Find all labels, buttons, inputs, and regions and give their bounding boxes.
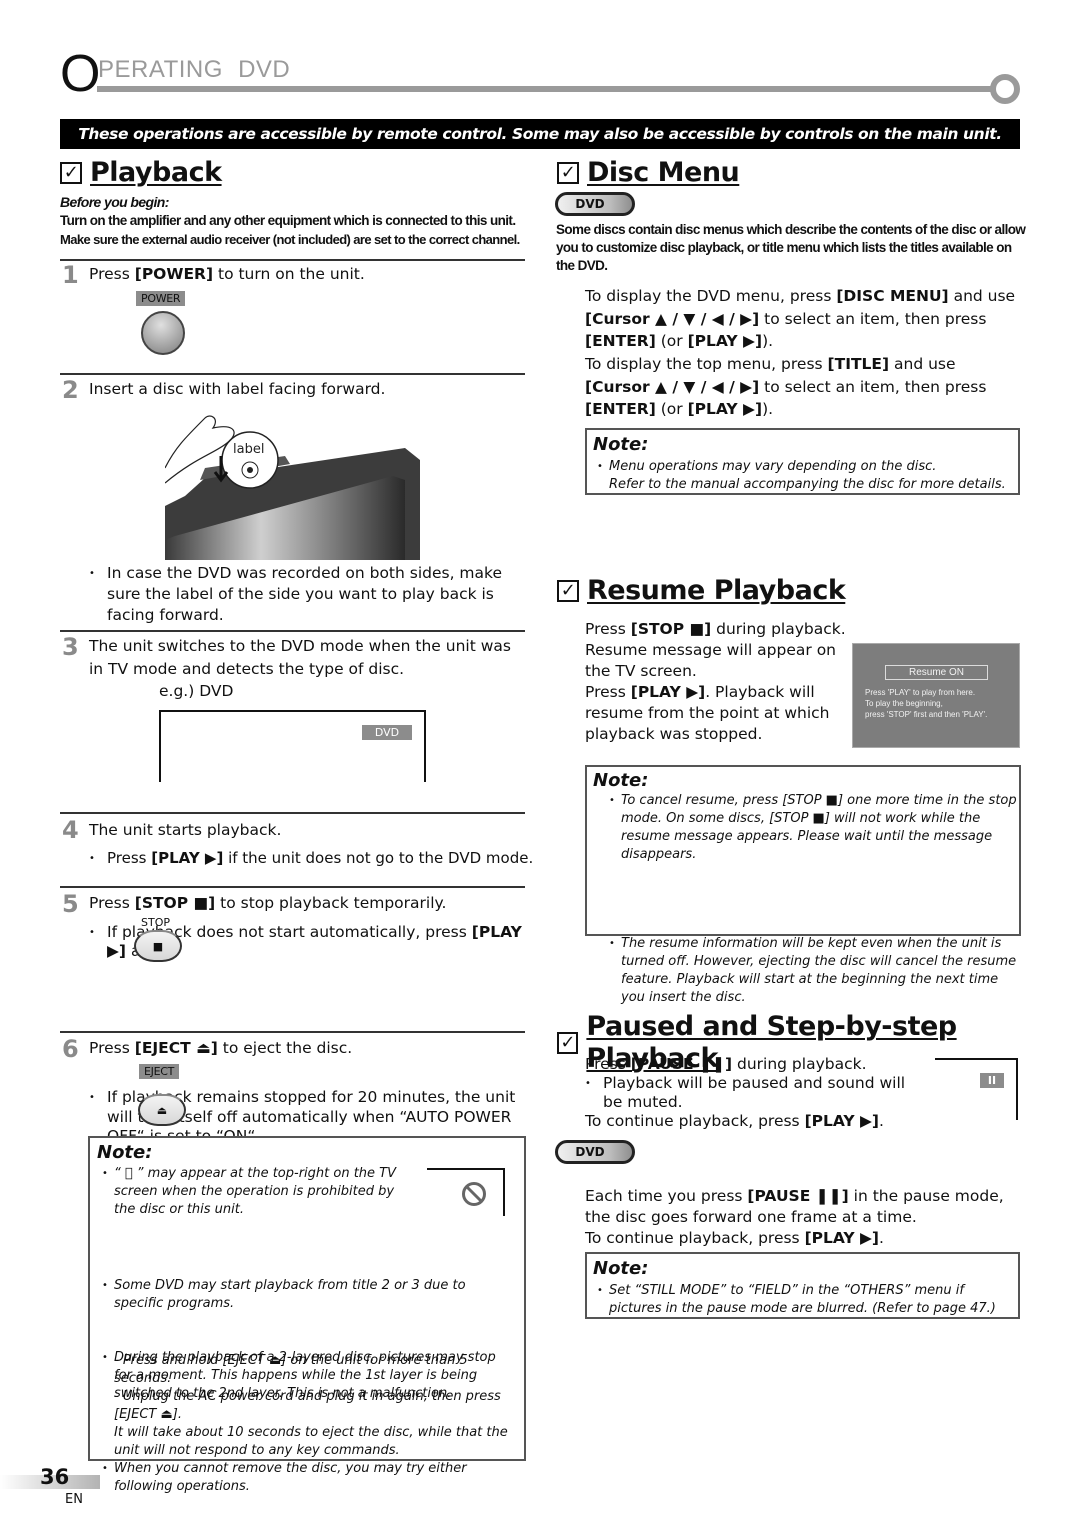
- pause-indicator-badge: II: [980, 1073, 1004, 1088]
- label-text: label: [233, 442, 264, 457]
- power-key-label: POWER: [136, 291, 186, 306]
- section-title-disc-menu: ✓ Disc Menu: [557, 157, 740, 189]
- header-rule: [97, 86, 995, 92]
- tv-screen-example: II: [935, 1058, 1018, 1120]
- section-title-resume-playback: ✓ Resume Playback: [557, 575, 846, 607]
- disc-menu-instructions-1: To display the DVD menu, press [DISC MEN…: [585, 287, 1016, 350]
- remote-control-banner: These operations are accessible by remot…: [60, 119, 1020, 149]
- disc-menu-note-box: Note: Menu operations may vary depending…: [585, 428, 1020, 495]
- divider: [60, 630, 525, 632]
- step-number: 5: [62, 890, 79, 918]
- dvd-badge: DVD: [555, 192, 635, 216]
- prohibited-icon: [462, 1182, 486, 1206]
- disc-insert-illustration: label: [165, 415, 420, 560]
- step-1-text: Press [POWER] to turn on the unit.: [89, 265, 365, 283]
- checkbox-icon: ✓: [557, 162, 579, 184]
- step-frame-instructions: Each time you press [PAUSE ❚❚] in the pa…: [585, 1187, 1004, 1247]
- disc-menu-intro: Some discs contain disc menus which desc…: [556, 222, 1026, 273]
- example-label: e.g.) DVD: [159, 682, 234, 700]
- eject-icon: ⏏: [156, 1103, 168, 1117]
- note-item: Set “STILL MODE” to “FIELD” in the “OTHE…: [597, 1282, 1017, 1318]
- divider: [60, 373, 525, 375]
- note-item: Menu operations may vary depending on th…: [597, 458, 1017, 494]
- step-2-text: Insert a disc with label facing forward.: [89, 380, 386, 398]
- step-number: 4: [62, 816, 79, 844]
- eject-button[interactable]: ⏏: [138, 1094, 186, 1126]
- resume-message: Press 'PLAY' to play from here. To play …: [865, 688, 988, 719]
- before-you-begin-label: Before you begin:: [60, 194, 169, 210]
- step-5-text: Press [STOP ■] to stop playback temporar…: [89, 894, 447, 912]
- note-item: The resume information will be kept even…: [609, 935, 1019, 1007]
- header-circle-ornament: [990, 74, 1020, 104]
- stop-key-label: STOP: [141, 916, 170, 929]
- stop-button[interactable]: ■: [134, 930, 182, 962]
- before-line-1: Turn on the amplifier and any other equi…: [60, 213, 516, 228]
- step-number: 3: [62, 633, 79, 661]
- dvd-mode-badge: DVD: [362, 725, 412, 740]
- step-4-text: The unit starts playback.: [89, 821, 282, 839]
- resume-instructions: Press [STOP ■] during playback. Resume m…: [585, 620, 846, 743]
- note-heading: Note:: [97, 1142, 153, 1163]
- stop-icon: ■: [152, 939, 164, 953]
- divider: [60, 259, 525, 261]
- eject-key-label: EJECT: [139, 1064, 180, 1079]
- checkbox-icon: ✓: [60, 162, 82, 184]
- note-sub-item: It will take about 10 seconds to eject t…: [114, 1425, 508, 1458]
- playback-note-box: Note: “ ⃠ ” may appear at the top-right …: [88, 1136, 526, 1494]
- step-number: 6: [62, 1035, 79, 1063]
- page-title: PERATING DVD: [98, 56, 291, 83]
- resume-note-box: Note: To cancel resume, press [STOP ■] o…: [585, 765, 1021, 1005]
- checkbox-icon: ✓: [557, 1032, 579, 1054]
- divider: [60, 812, 525, 814]
- divider: [60, 886, 525, 888]
- checkbox-icon: ✓: [557, 580, 579, 602]
- divider: [60, 1031, 525, 1033]
- header-initial: O: [60, 45, 101, 103]
- note-item: When you cannot remove the disc, you may…: [102, 1460, 517, 1496]
- language-label: EN: [65, 1492, 83, 1507]
- section-title-playback: ✓ Playback: [60, 157, 222, 189]
- dvd-badge: DVD: [555, 1140, 635, 1164]
- resume-status: Resume ON: [885, 665, 988, 680]
- note-heading: Note:: [593, 1258, 649, 1279]
- page-number: 36: [40, 1465, 70, 1489]
- note-item: Some DVD may start playback from title 2…: [102, 1277, 517, 1313]
- note-sub-item: - Unplug the AC power cord and plug it i…: [114, 1389, 501, 1422]
- resume-tv-screen: Resume ON Press 'PLAY' to play from here…: [852, 643, 1020, 748]
- power-button[interactable]: [141, 311, 185, 355]
- note-item: To cancel resume, press [STOP ■] one mor…: [609, 792, 1019, 864]
- step-number: 2: [62, 376, 79, 404]
- note-heading: Note:: [593, 770, 649, 791]
- disc-menu-instructions-2: To display the top menu, press [TITLE] a…: [585, 355, 987, 418]
- step-number: 1: [62, 261, 79, 289]
- note-item: “ ⃠ ” may appear at the top-right on the…: [102, 1165, 407, 1219]
- pause-instructions: Press [PAUSE ❚❚] during playback. Playba…: [585, 1055, 925, 1131]
- note-sub-item: - Press and hold [EJECT ⏏] on the unit f…: [114, 1353, 468, 1386]
- paused-note-box: Note: Set “STILL MODE” to “FIELD” in the…: [585, 1252, 1020, 1319]
- tv-screen-example: DVD: [159, 710, 426, 782]
- before-line-2: Make sure the external audio receiver (n…: [60, 232, 520, 247]
- step-2-bullet: In case the DVD was recorded on both sid…: [89, 563, 514, 626]
- tv-screen-example: [427, 1168, 505, 1216]
- note-heading: Note:: [593, 434, 649, 455]
- step-3-text: The unit switches to the DVD mode when t…: [89, 637, 511, 678]
- step-6-text: Press [EJECT ⏏] to eject the disc.: [89, 1039, 353, 1057]
